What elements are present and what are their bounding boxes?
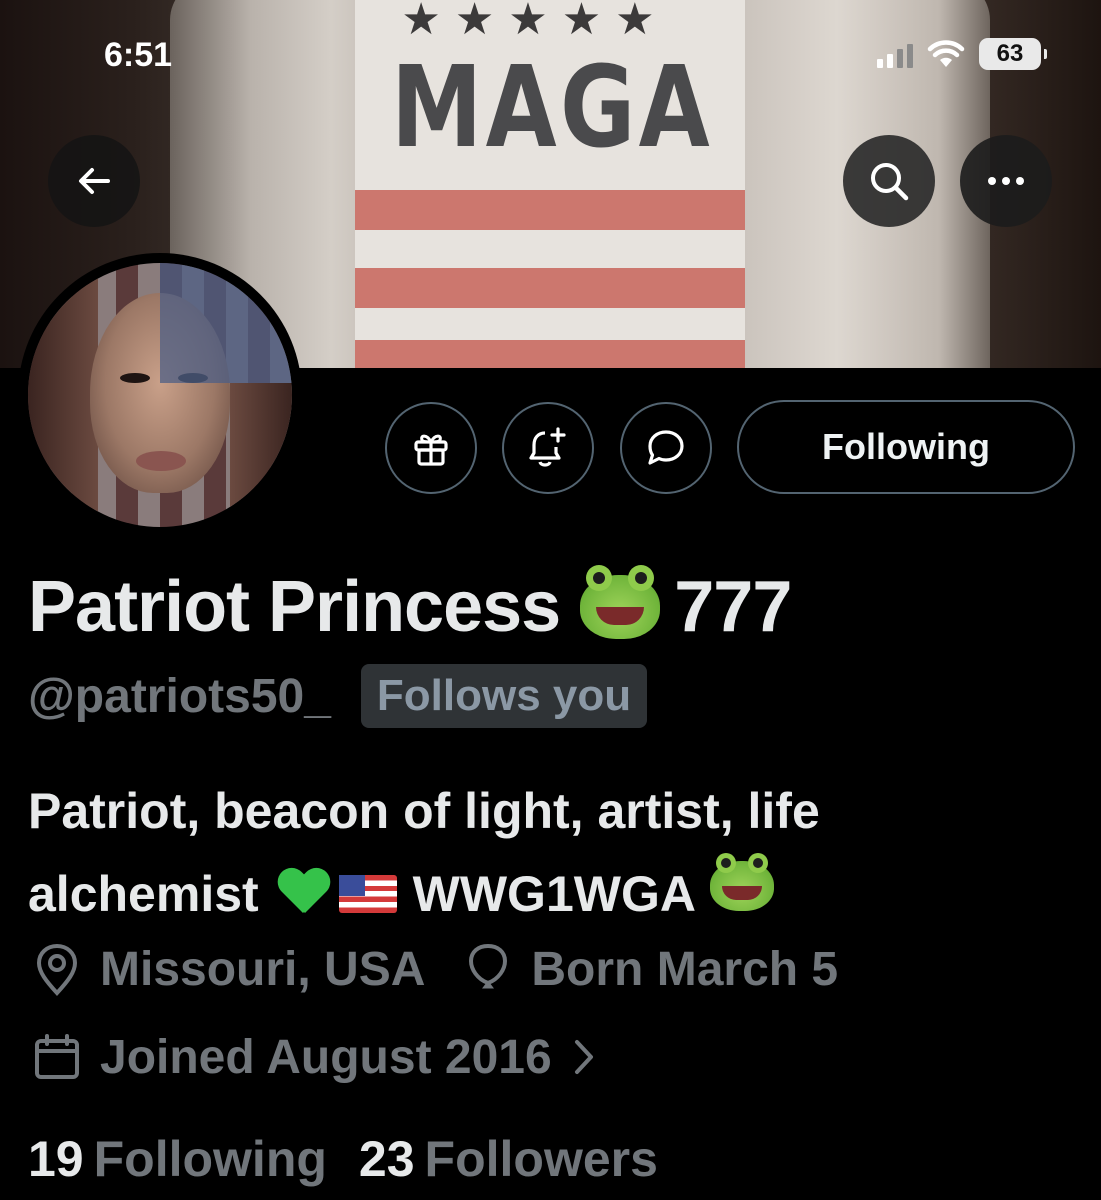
green-heart-icon	[277, 869, 329, 917]
bio-line: Patriot, beacon of light, artist, life	[28, 783, 820, 839]
avatar-eye	[120, 373, 150, 383]
frog-emoji-icon	[709, 853, 774, 911]
status-time: 6:51	[104, 36, 173, 74]
back-button[interactable]	[48, 135, 140, 227]
birthday-item: Born March 5	[459, 940, 838, 998]
frog-emoji-icon	[580, 565, 661, 639]
bell-plus-icon	[529, 427, 566, 467]
following-button[interactable]: Following	[737, 400, 1075, 494]
profile-bio: Patriot, beacon of light, artist, life a…	[28, 770, 1078, 936]
arrow-left-icon	[79, 168, 110, 194]
banner-stripe	[355, 190, 745, 230]
following-label: Following	[93, 1131, 327, 1187]
status-indicators: 63	[877, 38, 1047, 70]
banner-stripe	[355, 340, 745, 368]
bio-text: alchemist	[28, 866, 259, 922]
wifi-icon	[927, 40, 965, 67]
avatar-flag-overlay	[160, 263, 292, 383]
calendar-icon	[28, 1028, 86, 1086]
battery-icon: 63	[979, 38, 1047, 70]
search-button[interactable]	[843, 135, 935, 227]
followers-stat[interactable]: 23 Followers	[359, 1130, 658, 1188]
cellular-signal-icon	[877, 40, 913, 68]
avatar-lips	[136, 451, 186, 471]
profile-stats: 19 Following 23 Followers	[28, 1130, 690, 1188]
birthday-text: Born March 5	[531, 942, 839, 996]
gift-button[interactable]	[385, 402, 477, 494]
following-count: 19	[28, 1131, 84, 1187]
search-icon	[871, 163, 909, 201]
joined-text: Joined August 2016	[100, 1030, 552, 1084]
avatar-hair	[230, 383, 292, 527]
more-button[interactable]	[960, 135, 1052, 227]
follows-you-badge: Follows you	[360, 664, 648, 728]
location-text: Missouri, USA	[100, 942, 426, 996]
profile-name: Patriot Princess	[28, 567, 561, 647]
profile-meta-row: Missouri, USA Born March 5	[28, 940, 872, 998]
profile-name-suffix: 777	[674, 567, 792, 647]
following-stat[interactable]: 19 Following	[28, 1130, 327, 1188]
avatar-hair	[28, 263, 98, 527]
profile-handle-row: @patriots50_ Follows you	[28, 664, 648, 728]
chevron-right-icon	[572, 1037, 596, 1077]
message-button[interactable]	[620, 402, 712, 494]
profile-name-row: Patriot Princess 777	[28, 565, 792, 648]
followers-count: 23	[358, 1131, 415, 1187]
location-item: Missouri, USA	[28, 940, 425, 998]
joined-item[interactable]: Joined August 2016	[28, 1028, 596, 1086]
banner-stripe	[355, 268, 745, 308]
chat-bubble-icon	[648, 430, 684, 465]
followers-label: Followers	[424, 1131, 658, 1187]
location-pin-icon	[28, 940, 86, 998]
notify-button[interactable]	[502, 402, 594, 494]
banner-stars: ★★★★★	[401, 0, 669, 45]
more-horizontal-icon	[988, 177, 1024, 185]
profile-handle: @patriots50_	[28, 669, 331, 723]
balloon-icon	[459, 940, 517, 998]
avatar[interactable]	[28, 263, 292, 527]
banner-shirt-text: MAGA	[390, 43, 714, 173]
us-flag-icon	[338, 875, 397, 913]
profile-meta-row: Joined August 2016	[28, 1028, 630, 1086]
bio-line: alchemist WWG1WGA	[28, 853, 1078, 936]
gift-icon	[414, 434, 448, 466]
bio-text: WWG1WGA	[412, 866, 696, 922]
